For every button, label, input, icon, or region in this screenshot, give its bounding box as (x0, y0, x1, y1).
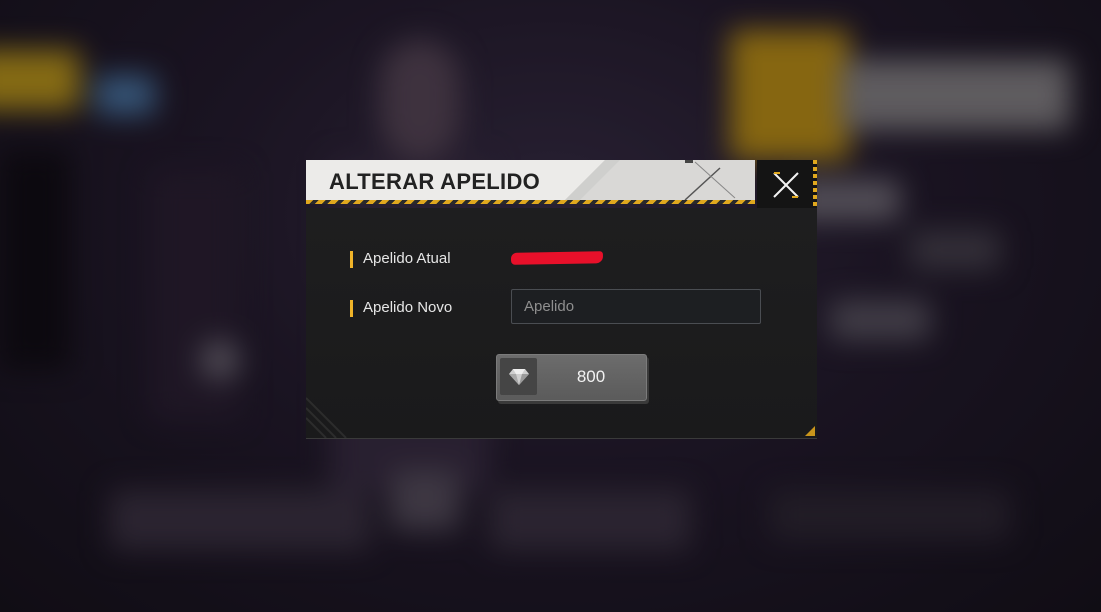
diamond-icon-box (500, 358, 537, 395)
current-nickname-redacted (510, 251, 604, 265)
header-decoration (565, 160, 755, 200)
diamond-icon (509, 369, 529, 385)
close-x-icon (773, 172, 799, 198)
confirm-price-button[interactable]: 800 (496, 354, 647, 401)
change-nickname-dialog: ALTERAR APELIDO Apelido Atual Apelido No… (306, 160, 817, 439)
current-nickname-label: Apelido Atual (350, 250, 451, 268)
dialog-body: Apelido Atual Apelido Novo 800 (306, 208, 817, 439)
dialog-header: ALTERAR APELIDO (306, 160, 755, 204)
body-corner-decoration (306, 397, 347, 438)
close-button[interactable] (757, 160, 817, 208)
dialog-title: ALTERAR APELIDO (329, 169, 541, 194)
price-value: 800 (576, 367, 606, 386)
new-nickname-input[interactable] (511, 289, 761, 324)
corner-accent (805, 426, 815, 436)
close-box-stripe (813, 160, 817, 208)
new-nickname-label: Apelido Novo (350, 299, 452, 317)
